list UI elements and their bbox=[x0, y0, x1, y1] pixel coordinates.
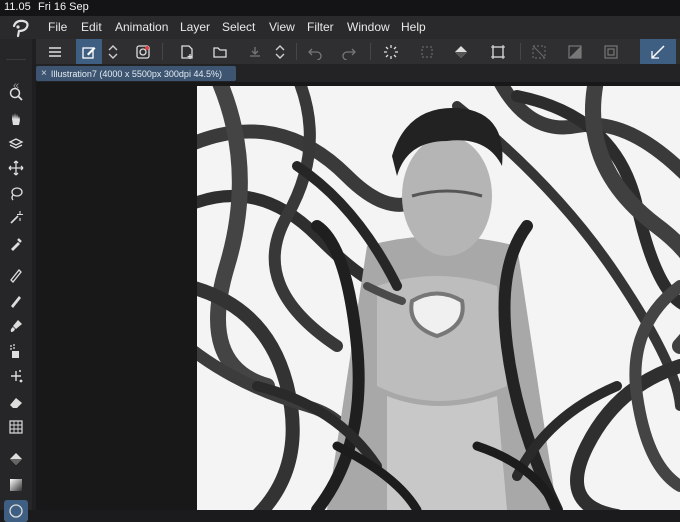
tool-brush-button[interactable] bbox=[4, 315, 28, 337]
menu-window[interactable]: Window bbox=[347, 20, 390, 34]
toolbar-separator bbox=[162, 43, 163, 60]
new-canvas-button[interactable] bbox=[174, 39, 200, 64]
move-icon bbox=[8, 160, 24, 176]
menu-bar: File Edit Animation Layer Select View Fi… bbox=[0, 16, 680, 39]
tool-move-button[interactable] bbox=[4, 157, 28, 179]
artwork-image bbox=[197, 86, 680, 510]
clear-button[interactable] bbox=[378, 39, 404, 64]
canvas-workspace[interactable] bbox=[36, 82, 680, 510]
tool-fill-button[interactable] bbox=[4, 448, 28, 470]
pen-settings-button[interactable] bbox=[640, 39, 676, 64]
tool-magic-wand-button[interactable] bbox=[4, 207, 28, 229]
eyedropper-icon bbox=[11, 238, 22, 251]
toolbar-separator bbox=[520, 43, 521, 60]
clip-studio-logo-icon[interactable] bbox=[10, 18, 32, 38]
status-date: Fri 16 Sep bbox=[38, 1, 89, 13]
deselect-icon bbox=[532, 44, 546, 59]
undo-button[interactable] bbox=[302, 39, 328, 64]
status-time: 11.05 bbox=[4, 1, 31, 13]
document-tab-label: Illustration7 (4000 x 5500px 300dpi 44.5… bbox=[50, 68, 222, 79]
save-button[interactable] bbox=[242, 39, 268, 64]
sparkle-clear-icon bbox=[384, 44, 398, 59]
mode-stepper[interactable] bbox=[104, 39, 122, 64]
transform-button[interactable] bbox=[485, 39, 511, 64]
brush-icon bbox=[10, 320, 22, 332]
blend-icon bbox=[9, 420, 23, 434]
lasso-icon bbox=[11, 187, 23, 201]
fill-icon bbox=[10, 453, 22, 465]
tool-eyedropper-button[interactable] bbox=[4, 233, 28, 255]
undo-icon bbox=[308, 48, 322, 60]
decoration-icon bbox=[11, 370, 23, 383]
invert-selection-icon bbox=[568, 44, 582, 59]
tool-airbrush-button[interactable] bbox=[4, 340, 28, 362]
menu-filter[interactable]: Filter bbox=[307, 20, 334, 34]
hamburger-menu-button[interactable] bbox=[42, 39, 68, 64]
palette-divider bbox=[6, 59, 26, 60]
clear-outside-selection-button[interactable] bbox=[414, 39, 440, 64]
figure-icon bbox=[9, 504, 23, 518]
tool-layer-move-button[interactable] bbox=[4, 133, 28, 155]
pen-icon bbox=[10, 269, 22, 283]
chevron-up-down-icon bbox=[275, 44, 285, 59]
tool-lasso-button[interactable] bbox=[4, 182, 28, 204]
transform-icon bbox=[491, 44, 505, 59]
tool-magnifier-button[interactable] bbox=[4, 83, 28, 105]
chevron-up-down-icon bbox=[108, 44, 118, 59]
pen-angle-icon bbox=[651, 44, 665, 59]
tool-decoration-button[interactable] bbox=[4, 365, 28, 387]
hamburger-icon bbox=[49, 46, 61, 57]
folder-icon bbox=[213, 46, 227, 58]
tool-blend-button[interactable] bbox=[4, 416, 28, 438]
magnifier-icon bbox=[9, 87, 23, 101]
pen-edit-icon bbox=[82, 46, 96, 59]
artwork-canvas[interactable] bbox=[197, 86, 680, 510]
gradient-icon bbox=[10, 479, 22, 491]
tool-figure-button[interactable] bbox=[4, 500, 28, 522]
show-selection-button[interactable] bbox=[598, 39, 624, 64]
layer-move-icon bbox=[8, 138, 24, 149]
hand-icon bbox=[12, 113, 20, 125]
menu-layer[interactable]: Layer bbox=[180, 20, 210, 34]
status-bar: 11.05 Fri 16 Sep bbox=[0, 0, 680, 16]
toolbar-separator bbox=[370, 43, 371, 60]
magic-wand-icon bbox=[10, 211, 23, 224]
new-document-icon bbox=[181, 44, 193, 59]
companion-icon bbox=[136, 44, 150, 59]
tool-gradient-button[interactable] bbox=[4, 474, 28, 496]
menu-animation[interactable]: Animation bbox=[115, 20, 168, 34]
menu-edit[interactable]: Edit bbox=[81, 20, 102, 34]
pencil-icon bbox=[11, 296, 21, 308]
menu-view[interactable]: View bbox=[269, 20, 295, 34]
invert-selection-button[interactable] bbox=[562, 39, 588, 64]
menu-select[interactable]: Select bbox=[222, 20, 255, 34]
save-stepper[interactable] bbox=[271, 39, 289, 64]
document-tab[interactable]: × Illustration7 (4000 x 5500px 300dpi 44… bbox=[36, 66, 236, 81]
fill-bucket-icon bbox=[455, 45, 467, 58]
document-tab-bar: × Illustration7 (4000 x 5500px 300dpi 44… bbox=[36, 65, 680, 82]
redo-button[interactable] bbox=[336, 39, 362, 64]
airbrush-icon bbox=[10, 344, 19, 358]
eraser-icon bbox=[10, 398, 22, 408]
selection-area-icon bbox=[604, 44, 618, 59]
toolbar-separator bbox=[296, 43, 297, 60]
close-tab-icon[interactable]: × bbox=[41, 68, 47, 79]
tool-pencil-button[interactable] bbox=[4, 290, 28, 312]
companion-button[interactable] bbox=[130, 39, 156, 64]
menu-file[interactable]: File bbox=[48, 20, 67, 34]
open-button[interactable] bbox=[207, 39, 233, 64]
tool-eraser-button[interactable] bbox=[4, 391, 28, 413]
edit-mode-button[interactable] bbox=[76, 39, 102, 64]
deselect-button[interactable] bbox=[526, 39, 552, 64]
command-bar bbox=[0, 39, 680, 65]
tool-hand-button[interactable] bbox=[4, 108, 28, 130]
save-icon bbox=[250, 46, 260, 57]
fill-button[interactable] bbox=[448, 39, 474, 64]
redo-icon bbox=[342, 48, 356, 60]
clear-selection-icon bbox=[421, 45, 433, 58]
menu-help[interactable]: Help bbox=[401, 20, 426, 34]
tool-pen-button[interactable] bbox=[4, 264, 28, 286]
